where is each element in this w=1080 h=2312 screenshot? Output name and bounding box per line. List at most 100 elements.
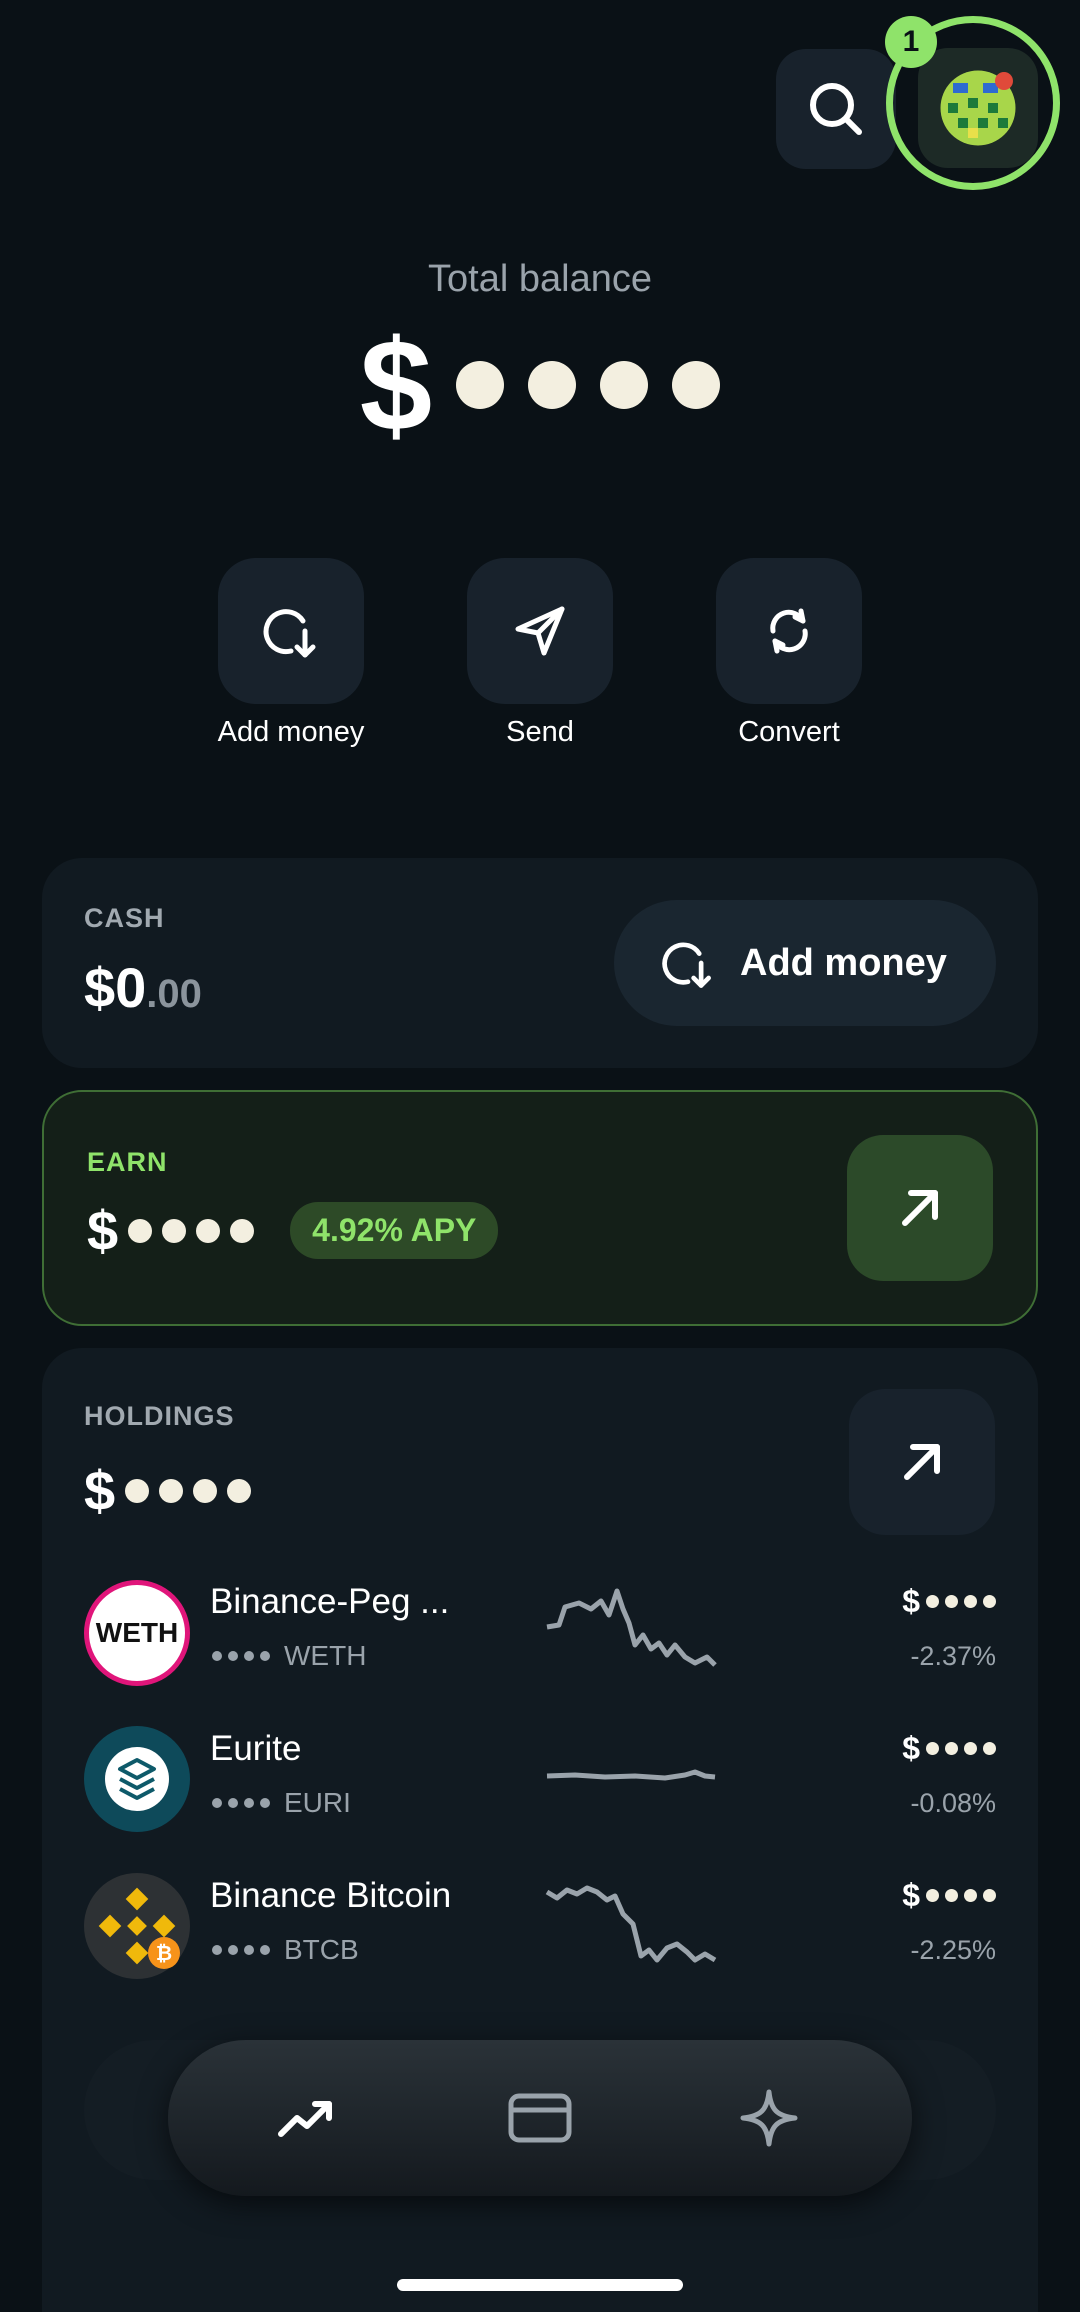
convert-action-label: Convert	[738, 716, 840, 748]
cash-label: CASH	[84, 903, 165, 933]
nav-item-sparkle[interactable]	[724, 2080, 814, 2156]
masked-digit	[193, 1478, 218, 1503]
masked-digit	[926, 1595, 939, 1608]
masked-digit	[260, 1798, 270, 1808]
btcb-logo: ₿	[84, 1873, 190, 1979]
masked-digit	[983, 1742, 996, 1755]
trending-icon	[278, 2101, 332, 2137]
binance-logo-icon: ₿	[98, 1887, 180, 1969]
masked-digit	[983, 1889, 996, 1902]
currency-symbol: $	[902, 1583, 920, 1619]
masked-digit	[964, 1889, 977, 1902]
sparkle-icon	[740, 2089, 798, 2147]
masked-digit	[672, 361, 721, 409]
holding-ticker: EURI	[284, 1787, 351, 1818]
euri-logo	[84, 1726, 190, 1832]
total-balance-label: Total balance	[428, 258, 652, 300]
arrow-up-right-icon	[904, 1444, 940, 1480]
masked-digit	[162, 1218, 187, 1243]
holding-row-weth[interactable]	[42, 1568, 1038, 1698]
holding-name: Eurite	[210, 1729, 302, 1768]
convert-action-button[interactable]	[716, 558, 862, 704]
svg-text:₿: ₿	[156, 1941, 172, 1965]
holding-ticker-row: BTCB	[212, 1934, 359, 1966]
holding-row-euri[interactable]	[42, 1715, 1038, 1845]
holding-row-btcb[interactable]	[42, 1862, 1038, 1992]
holding-value: $	[902, 1583, 996, 1620]
masked-digit	[983, 1595, 996, 1608]
masked-digit	[260, 1945, 270, 1955]
earn-open-button[interactable]	[847, 1135, 993, 1281]
home-indicator[interactable]	[397, 2279, 683, 2291]
holding-ticker-row: EURI	[212, 1787, 351, 1819]
masked-digit	[212, 1945, 222, 1955]
masked-digit	[228, 1651, 238, 1661]
avatar-button[interactable]	[918, 48, 1038, 168]
notification-badge: 1	[885, 16, 937, 68]
cash-add-money-label: Add money	[740, 941, 947, 984]
masked-digit	[125, 1478, 150, 1503]
holding-value: $	[902, 1877, 996, 1914]
masked-digit	[212, 1798, 222, 1808]
cash-amount-whole: $0	[84, 956, 147, 1019]
currency-symbol: $	[84, 1459, 116, 1522]
holdings-label: HOLDINGS	[84, 1401, 235, 1431]
weth-logo: WETH	[84, 1580, 190, 1686]
add-money-icon	[662, 942, 711, 988]
nav-item-card[interactable]	[495, 2080, 585, 2156]
masked-digit	[456, 361, 505, 409]
masked-digit	[244, 1945, 254, 1955]
send-action-label: Send	[506, 716, 574, 748]
masked-digit	[212, 1651, 222, 1661]
search-button[interactable]	[776, 49, 896, 169]
masked-digit	[964, 1595, 977, 1608]
pixel-avatar-icon	[940, 70, 1016, 146]
send-icon	[515, 606, 565, 656]
masked-digit	[196, 1218, 221, 1243]
holding-change: -0.08%	[910, 1788, 996, 1818]
sparkline-euri	[546, 1769, 716, 1781]
currency-symbol: $	[902, 1877, 920, 1913]
masked-digit	[128, 1218, 153, 1243]
masked-digit	[227, 1478, 252, 1503]
apy-badge: 4.92% APY	[290, 1202, 499, 1259]
holding-name: Binance Bitcoin	[210, 1876, 452, 1915]
holdings-balance: $	[84, 1458, 252, 1523]
masked-digit	[600, 361, 649, 409]
add-money-action-button[interactable]	[218, 558, 364, 704]
masked-digit	[230, 1218, 255, 1243]
earn-label: EARN	[87, 1147, 168, 1177]
convert-icon	[770, 608, 808, 654]
holding-ticker-row: WETH	[212, 1640, 366, 1672]
holding-ticker: WETH	[284, 1640, 367, 1671]
search-icon	[810, 83, 862, 135]
cash-add-money-button[interactable]: Add money	[614, 900, 996, 1026]
holdings-open-button[interactable]	[849, 1389, 995, 1535]
holding-ticker: BTCB	[284, 1934, 359, 1965]
euri-layers-icon	[105, 1747, 169, 1811]
masked-digit	[244, 1798, 254, 1808]
masked-digit	[945, 1889, 958, 1902]
masked-digit	[926, 1889, 939, 1902]
weth-logo-text: WETH	[95, 1617, 179, 1648]
add-money-icon	[263, 609, 316, 658]
masked-digit	[945, 1742, 958, 1755]
holding-change: -2.37%	[910, 1641, 996, 1671]
arrow-up-right-icon	[902, 1190, 938, 1226]
sparkline-btcb	[545, 1885, 717, 1963]
masked-digit	[945, 1595, 958, 1608]
send-action-button[interactable]	[467, 558, 613, 704]
currency-symbol: $	[902, 1730, 920, 1766]
cash-amount-cents: .00	[146, 972, 202, 1016]
holding-change: -2.25%	[910, 1935, 996, 1965]
nav-item-trending[interactable]	[262, 2080, 352, 2156]
masked-digit	[159, 1478, 184, 1503]
total-balance-value: $	[0, 320, 1080, 450]
card-icon	[508, 2093, 572, 2143]
holding-value: $	[902, 1730, 996, 1767]
currency-symbol: $	[87, 1199, 119, 1262]
masked-digit	[228, 1945, 238, 1955]
add-money-action-label: Add money	[217, 716, 365, 748]
masked-digit	[964, 1742, 977, 1755]
cash-amount: $0.00	[84, 955, 202, 1020]
